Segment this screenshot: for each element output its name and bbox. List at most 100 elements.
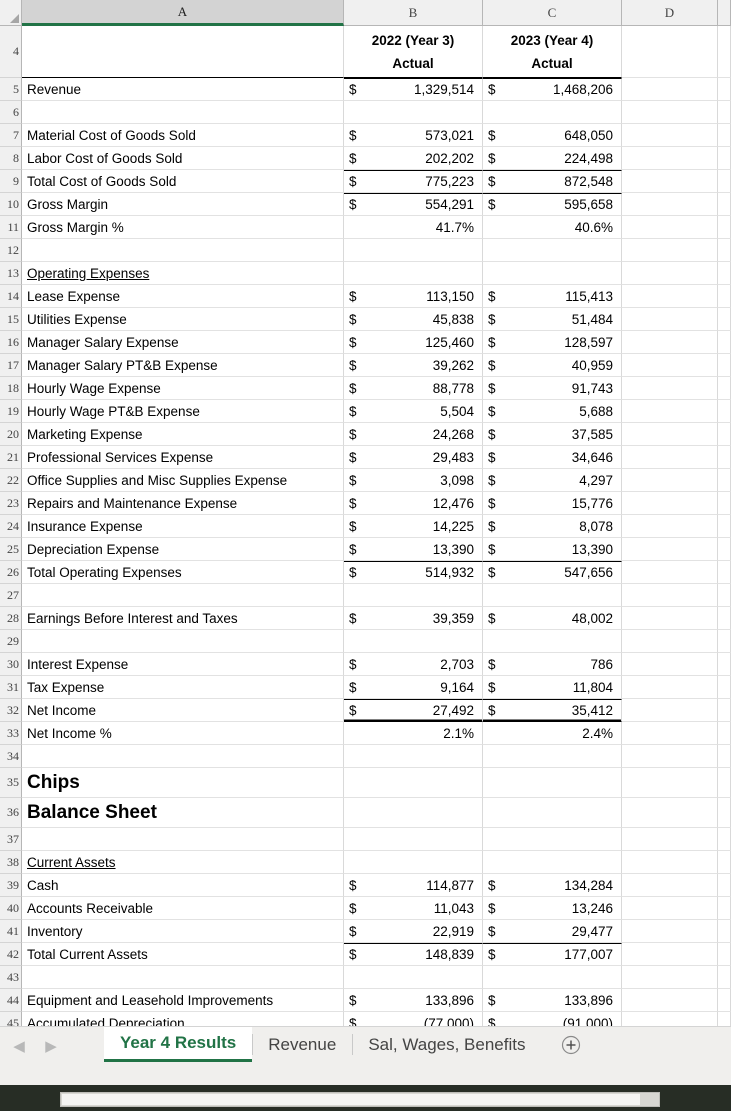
column-header-a[interactable]: A bbox=[22, 0, 344, 26]
cell-C44[interactable]: $133,896 bbox=[483, 989, 622, 1012]
cell-B8[interactable]: $202,202 bbox=[344, 147, 483, 170]
row-header[interactable]: 34 bbox=[0, 745, 22, 768]
cell-E17[interactable] bbox=[718, 354, 731, 377]
cell-E38[interactable] bbox=[718, 851, 731, 874]
row-header[interactable]: 8 bbox=[0, 147, 22, 170]
row-header[interactable]: 33 bbox=[0, 722, 22, 745]
cell-E9[interactable] bbox=[718, 170, 731, 193]
cell-C38[interactable] bbox=[483, 851, 622, 874]
row-header[interactable]: 45 bbox=[0, 1012, 22, 1026]
cell-E40[interactable] bbox=[718, 897, 731, 920]
cell-a14[interactable]: Lease Expense bbox=[22, 285, 344, 308]
cell-B19[interactable]: $5,504 bbox=[344, 400, 483, 423]
cell-B14[interactable]: $113,150 bbox=[344, 285, 483, 308]
row-header[interactable]: 36 bbox=[0, 798, 22, 828]
row-header[interactable]: 25 bbox=[0, 538, 22, 561]
row-header[interactable]: 41 bbox=[0, 920, 22, 943]
cell-C35[interactable] bbox=[483, 768, 622, 798]
cell-D16[interactable] bbox=[622, 331, 718, 354]
row-header[interactable]: 18 bbox=[0, 377, 22, 400]
cell-D35[interactable] bbox=[622, 768, 718, 798]
column-header-e[interactable] bbox=[718, 0, 731, 26]
cell-B38[interactable] bbox=[344, 851, 483, 874]
row-header[interactable]: 37 bbox=[0, 828, 22, 851]
cell-C36[interactable] bbox=[483, 798, 622, 828]
cell-B39[interactable]: $114,877 bbox=[344, 874, 483, 897]
cell-C28[interactable]: $48,002 bbox=[483, 607, 622, 630]
cell-B29[interactable] bbox=[344, 630, 483, 653]
cell-B13[interactable] bbox=[344, 262, 483, 285]
cell-a36[interactable]: Balance Sheet bbox=[22, 798, 344, 828]
cell-E18[interactable] bbox=[718, 377, 731, 400]
cell-B18[interactable]: $88,778 bbox=[344, 377, 483, 400]
row-header[interactable]: 38 bbox=[0, 851, 22, 874]
cell-E35[interactable] bbox=[718, 768, 731, 798]
cell-C33[interactable]: 2.4% bbox=[483, 722, 622, 745]
cell-B45[interactable]: $ (77,000) bbox=[344, 1012, 483, 1026]
cell-D28[interactable] bbox=[622, 607, 718, 630]
horizontal-scrollbar-thumb[interactable] bbox=[62, 1094, 640, 1105]
cell-B27[interactable] bbox=[344, 584, 483, 607]
cell-a13[interactable]: Operating Expenses bbox=[22, 262, 344, 285]
cell-E43[interactable] bbox=[718, 966, 731, 989]
cell-D34[interactable] bbox=[622, 745, 718, 768]
row-header[interactable]: 32 bbox=[0, 699, 22, 722]
cell-a45[interactable]: Accumulated Depreciation bbox=[22, 1012, 344, 1026]
row-header[interactable]: 15 bbox=[0, 308, 22, 331]
cell-C21[interactable]: $34,646 bbox=[483, 446, 622, 469]
cell-C39[interactable]: $134,284 bbox=[483, 874, 622, 897]
cell-D25[interactable] bbox=[622, 538, 718, 561]
row-header[interactable]: 30 bbox=[0, 653, 22, 676]
cell-E33[interactable] bbox=[718, 722, 731, 745]
horizontal-scrollbar-track[interactable] bbox=[60, 1092, 660, 1107]
cell-a9[interactable]: Total Cost of Goods Sold bbox=[22, 170, 344, 193]
cell-E25[interactable] bbox=[718, 538, 731, 561]
row-header[interactable]: 23 bbox=[0, 492, 22, 515]
cell-D26[interactable] bbox=[622, 561, 718, 584]
cell-D39[interactable] bbox=[622, 874, 718, 897]
select-all-corner[interactable] bbox=[0, 0, 22, 26]
cell-B21[interactable]: $29,483 bbox=[344, 446, 483, 469]
cell-D41[interactable] bbox=[622, 920, 718, 943]
cell-E7[interactable] bbox=[718, 124, 731, 147]
cell-a43[interactable] bbox=[22, 966, 344, 989]
cell-a10[interactable]: Gross Margin bbox=[22, 193, 344, 216]
cell-E41[interactable] bbox=[718, 920, 731, 943]
cell-E10[interactable] bbox=[718, 193, 731, 216]
cell-a25[interactable]: Depreciation Expense bbox=[22, 538, 344, 561]
cell-E11[interactable] bbox=[718, 216, 731, 239]
cell-B36[interactable] bbox=[344, 798, 483, 828]
cell-B15[interactable]: $45,838 bbox=[344, 308, 483, 331]
cell-C16[interactable]: $128,597 bbox=[483, 331, 622, 354]
cell-D24[interactable] bbox=[622, 515, 718, 538]
cell-C30[interactable]: $786 bbox=[483, 653, 622, 676]
row-header[interactable]: 44 bbox=[0, 989, 22, 1012]
cell-D20[interactable] bbox=[622, 423, 718, 446]
cell-B30[interactable]: $2,703 bbox=[344, 653, 483, 676]
cell-E13[interactable] bbox=[718, 262, 731, 285]
cell-D44[interactable] bbox=[622, 989, 718, 1012]
cell-B11[interactable]: 41.7% bbox=[344, 216, 483, 239]
row-header[interactable]: 7 bbox=[0, 124, 22, 147]
cell-E32[interactable] bbox=[718, 699, 731, 722]
cell-a41[interactable]: Inventory bbox=[22, 920, 344, 943]
cell-a17[interactable]: Manager Salary PT&B Expense bbox=[22, 354, 344, 377]
cell-B5[interactable]: $1,329,514 bbox=[344, 78, 483, 101]
row-header[interactable]: 13 bbox=[0, 262, 22, 285]
cell-D6[interactable] bbox=[622, 101, 718, 124]
cell-E20[interactable] bbox=[718, 423, 731, 446]
column-header-b[interactable]: B bbox=[344, 0, 483, 26]
cell-a38[interactable]: Current Assets bbox=[22, 851, 344, 874]
cell-B44[interactable]: $133,896 bbox=[344, 989, 483, 1012]
cell-E5[interactable] bbox=[718, 78, 731, 101]
cell-C32[interactable]: $35,412 bbox=[483, 699, 622, 722]
cell-C22[interactable]: $4,297 bbox=[483, 469, 622, 492]
cell-C41[interactable]: $29,477 bbox=[483, 920, 622, 943]
cell-D36[interactable] bbox=[622, 798, 718, 828]
cell-D21[interactable] bbox=[622, 446, 718, 469]
cell-D11[interactable] bbox=[622, 216, 718, 239]
cell-a4[interactable] bbox=[22, 26, 344, 78]
cell-a12[interactable] bbox=[22, 239, 344, 262]
cell-B20[interactable]: $24,268 bbox=[344, 423, 483, 446]
cell-B6[interactable] bbox=[344, 101, 483, 124]
